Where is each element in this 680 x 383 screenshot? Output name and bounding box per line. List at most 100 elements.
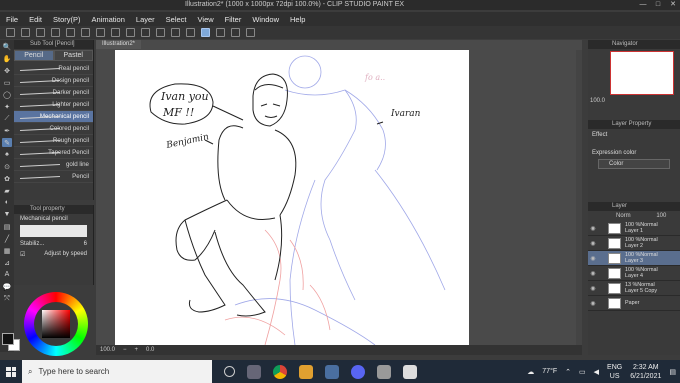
settings-icon[interactable] [96, 28, 105, 37]
brush-darker-pencil[interactable]: Darker pencil [14, 87, 93, 99]
drawing-canvas[interactable]: Ivan you MF !! Benjamin Ivaran fo a.. [115, 50, 469, 345]
ruler-tool-icon[interactable]: ⊿ [2, 258, 12, 267]
deselect-icon[interactable] [156, 28, 165, 37]
fill-tool-icon[interactable]: ▼ [2, 210, 12, 219]
eye-icon[interactable]: ◉ [588, 270, 598, 277]
eye-icon[interactable]: ◉ [588, 300, 598, 307]
menu-window[interactable]: Window [252, 15, 279, 24]
open-file-icon[interactable] [21, 28, 30, 37]
brush-gold-line[interactable]: gold line [14, 159, 93, 171]
adjust-speed-row[interactable]: ☑ Adjust by speed [20, 251, 87, 258]
eye-icon[interactable]: ◉ [588, 255, 598, 262]
eye-icon[interactable]: ◉ [588, 225, 598, 232]
language-indicator[interactable]: ENG US [607, 363, 622, 381]
frame-tool-icon[interactable]: ▦ [2, 246, 12, 255]
foreground-color-swatch[interactable] [2, 333, 14, 345]
minimize-button[interactable]: — [636, 0, 650, 10]
invert-icon[interactable] [171, 28, 180, 37]
maximize-button[interactable]: □ [651, 0, 665, 10]
wand-tool-icon[interactable]: ✦ [2, 102, 12, 111]
brush-lighter-pencil[interactable]: Lighter pencil [14, 99, 93, 111]
tab-pencil[interactable]: Pencil [14, 50, 54, 61]
paste-icon[interactable] [111, 28, 120, 37]
gradient-tool-icon[interactable]: ▤ [2, 222, 12, 231]
store-icon[interactable] [325, 364, 339, 379]
network-icon[interactable]: ▭ [579, 368, 586, 376]
layer-row-selected[interactable]: ◉ 100 %Normal Layer 3 [588, 251, 680, 266]
zoom-tool-icon[interactable]: 🔍 [2, 42, 12, 51]
notification-icon[interactable]: ▤ [669, 368, 676, 376]
menu-animation[interactable]: Animation [92, 15, 125, 24]
decoration-tool-icon[interactable]: ✿ [2, 174, 12, 183]
redo-icon[interactable] [81, 28, 90, 37]
vertical-scrollbar[interactable] [576, 50, 582, 345]
menu-file[interactable]: File [6, 15, 18, 24]
snap-perspective-icon[interactable] [231, 28, 240, 37]
save-icon[interactable] [36, 28, 45, 37]
snap-special-icon[interactable] [246, 28, 255, 37]
opacity-value[interactable]: 100 [656, 213, 666, 219]
weather-temp[interactable]: 77°F [542, 368, 557, 375]
search-box[interactable]: ⌕ Type here to search [22, 360, 212, 383]
eye-icon[interactable]: ◉ [588, 285, 598, 292]
angle-value[interactable]: 0.0 [146, 347, 154, 353]
brush-design-pencil[interactable]: Design pencil [14, 75, 93, 87]
start-button[interactable] [0, 360, 22, 383]
balloon-tool-icon[interactable]: 💬 [2, 282, 12, 291]
navigator-zoom[interactable]: 100.0 [590, 98, 605, 104]
menu-story[interactable]: Story(P) [53, 15, 81, 24]
snap-grid-icon[interactable] [216, 28, 225, 37]
move-tool-icon[interactable]: ✥ [2, 66, 12, 75]
menu-select[interactable]: Select [166, 15, 187, 24]
menu-layer[interactable]: Layer [136, 15, 155, 24]
transform-icon[interactable] [141, 28, 150, 37]
select-tool-icon[interactable]: ▭ [2, 78, 12, 87]
brush-rough-pencil[interactable]: Rough pencil [14, 135, 93, 147]
clip-studio-taskbar-icon[interactable] [377, 364, 391, 379]
pencil-tool-icon[interactable]: ✎ [2, 138, 12, 147]
layer-row[interactable]: ◉ 100 %Normal Layer 4 [588, 266, 680, 281]
expression-color-select[interactable]: Color [598, 159, 670, 169]
eye-icon[interactable]: ◉ [588, 240, 598, 247]
menu-help[interactable]: Help [290, 15, 305, 24]
snap-ruler-icon[interactable] [201, 28, 210, 37]
blend-mode-select[interactable]: Norm [616, 213, 631, 219]
zoom-out-icon[interactable]: − [123, 347, 127, 353]
lasso-tool-icon[interactable]: ◯ [2, 90, 12, 99]
clip-studio-paint-icon[interactable] [403, 364, 417, 379]
fill-icon[interactable] [126, 28, 135, 37]
hand-tool-icon[interactable]: ✋ [2, 54, 12, 63]
brush-mechanical-pencil[interactable]: Mechanical pencil [14, 111, 93, 123]
stabilization-row[interactable]: Stabiliz... 6 [20, 241, 87, 247]
correction-tool-icon[interactable]: ⤲ [2, 294, 12, 303]
text-tool-icon[interactable]: A [2, 270, 12, 279]
saturation-square[interactable] [42, 310, 70, 338]
pen-tool-icon[interactable]: ✒ [2, 126, 12, 135]
navigator-thumbnail[interactable] [610, 51, 674, 95]
color-wheel[interactable] [24, 292, 88, 356]
airbrush-tool-icon[interactable]: ⊙ [2, 162, 12, 171]
crop-icon[interactable] [186, 28, 195, 37]
layer-row[interactable]: ◉ 100 %Normal Layer 2 [588, 236, 680, 251]
tab-pastel[interactable]: Pastel [53, 50, 93, 61]
weather-icon[interactable]: ☁ [527, 368, 534, 376]
clock[interactable]: 2:32 AM 6/21/2021 [630, 363, 661, 381]
cortana-icon[interactable] [224, 366, 235, 377]
brush-real-pencil[interactable]: Real pencil [14, 63, 93, 75]
brush-colored-pencil[interactable]: Colored pencil [14, 123, 93, 135]
undo-icon[interactable] [66, 28, 75, 37]
eyedropper-tool-icon[interactable]: ⟋ [2, 114, 12, 123]
chrome-icon[interactable] [273, 364, 287, 379]
close-button[interactable]: ✕ [666, 0, 680, 10]
menu-filter[interactable]: Filter [225, 15, 242, 24]
layer-row-paper[interactable]: ◉ Paper [588, 296, 680, 311]
menu-edit[interactable]: Edit [29, 15, 42, 24]
adjust-speed-checkbox[interactable]: ☑ [20, 251, 25, 258]
brush-pencil[interactable]: Pencil [14, 171, 93, 183]
new-file-icon[interactable] [6, 28, 15, 37]
color-swatches[interactable] [2, 333, 20, 351]
zoom-value[interactable]: 100.0 [100, 347, 115, 353]
file-explorer-icon[interactable] [299, 364, 313, 379]
figure-tool-icon[interactable]: ╱ [2, 234, 12, 243]
blend-tool-icon[interactable]: ◐ [2, 198, 12, 207]
